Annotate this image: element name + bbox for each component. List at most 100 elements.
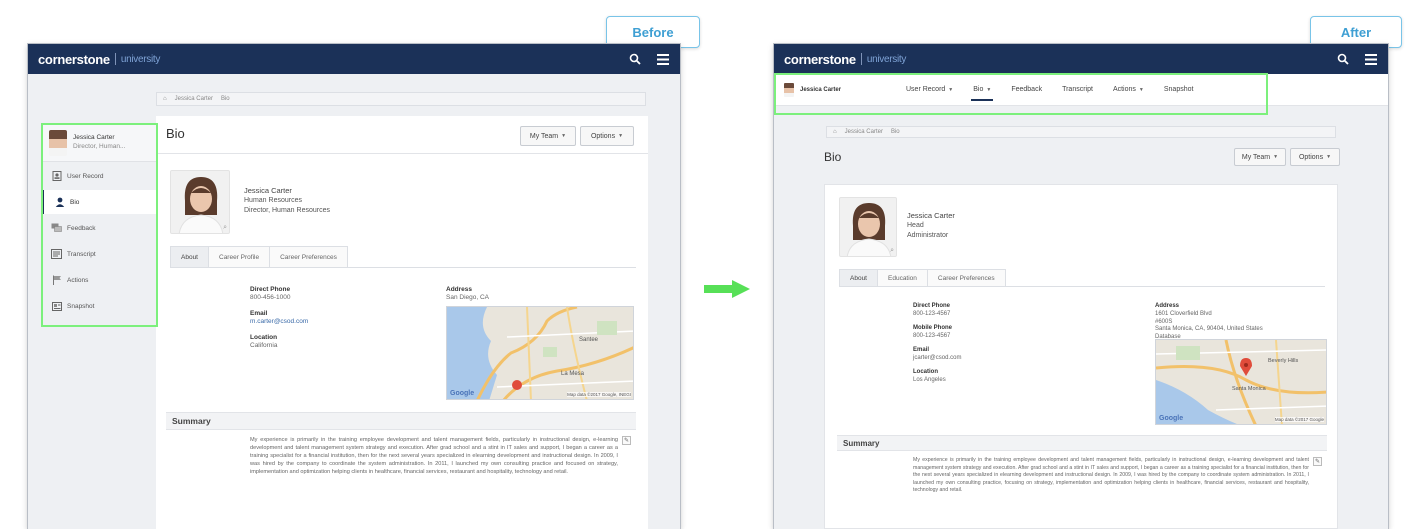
profile-info: Jessica Carter Head Administrator — [907, 211, 955, 240]
my-team-label: My Team — [529, 132, 559, 140]
before-breadcrumb: ⌂ Jessica Carter Bio — [156, 92, 646, 106]
home-icon[interactable]: ⌂ — [833, 129, 837, 135]
address-field: Address San Diego, CA — [446, 286, 489, 303]
mobile-phone-field: Mobile Phone 800-123-4567 — [913, 325, 952, 341]
my-team-button[interactable]: My Team ▼ — [520, 126, 576, 146]
google-logo: Google — [450, 390, 475, 397]
location-field: Location Los Angeles — [913, 369, 946, 385]
search-icon[interactable] — [1336, 52, 1350, 66]
caret-down-icon: ▼ — [561, 133, 567, 139]
summary-text: My experience is primarily in the traini… — [250, 437, 618, 476]
before-topbar-icons — [628, 52, 670, 66]
after-topbar-icons — [1336, 52, 1378, 66]
home-icon[interactable]: ⌂ — [163, 96, 167, 102]
tab-career-preferences[interactable]: Career Preferences — [269, 246, 348, 267]
map-place-la-mesa: La Mesa — [561, 371, 585, 377]
tab-career-profile[interactable]: Career Profile — [208, 246, 271, 267]
location-label: Location — [250, 334, 278, 341]
map-place-santee: Santee — [579, 337, 599, 343]
google-logo: Google — [1159, 415, 1184, 422]
tab-education[interactable]: Education — [877, 269, 928, 286]
map-graphic — [447, 307, 633, 399]
edit-icon[interactable]: ✎ — [622, 436, 631, 445]
profile-photo: ⌕ — [170, 170, 230, 234]
zoom-icon[interactable]: ⌕ — [890, 247, 894, 255]
profile-photo: ⌕ — [839, 197, 897, 257]
map-place-beverly-hills: Beverly Hills — [1268, 358, 1299, 364]
address-map[interactable]: Santee La Mesa Google Map data ©2017 Goo… — [446, 306, 634, 400]
edit-icon[interactable]: ✎ — [1313, 457, 1322, 466]
profile-line2: Administrator — [907, 231, 949, 239]
phone-value: 800-123-4567 — [913, 310, 951, 317]
before-label-text: Before — [632, 24, 674, 40]
profile-name: Jessica Carter — [907, 211, 955, 220]
page-title: Bio — [166, 126, 185, 141]
before-main: Bio My Team ▼ Options ▼ ⌕ Jessica Carter H… — [156, 116, 648, 529]
profile-name: Jessica Carter — [244, 186, 292, 195]
mobile-label: Mobile Phone — [913, 325, 952, 331]
summary-header: Summary — [837, 435, 1327, 451]
after-top-bar: cornerstone university — [774, 44, 1388, 74]
before-screenshot: cornerstone university ⌂ Jessica Carter … — [28, 44, 680, 529]
subnav-highlight — [774, 73, 1268, 115]
profile-info: Jessica Carter Human Resources Director,… — [244, 186, 330, 215]
summary-text: My experience is primarily in the traini… — [913, 457, 1309, 494]
email-field: Email jcarter@csod.com — [913, 347, 961, 363]
map-graphic — [1156, 340, 1326, 424]
options-label: Options — [590, 132, 616, 140]
phone-label: Direct Phone — [250, 286, 291, 293]
after-label-text: After — [1340, 24, 1372, 40]
page-title: Bio — [824, 150, 842, 164]
address-line1: 1601 Cloverfield Blvd — [1155, 310, 1212, 317]
breadcrumb-user[interactable]: Jessica Carter — [175, 96, 213, 102]
summary-title: Summary — [843, 438, 880, 448]
mobile-value: 800-123-4567 — [913, 332, 951, 339]
search-icon[interactable] — [628, 52, 642, 66]
logo-divider — [860, 53, 862, 65]
options-label: Options — [1298, 153, 1324, 161]
after-logo: cornerstone university — [784, 52, 906, 67]
brand-name: cornerstone — [784, 51, 856, 67]
direct-phone-field: Direct Phone 800-456-1000 — [250, 286, 290, 303]
tab-career-preferences[interactable]: Career Preferences — [926, 269, 1006, 286]
caret-down-icon: ▼ — [1273, 154, 1279, 160]
address-line2: #600S — [1155, 318, 1173, 325]
phone-value: 800-456-1000 — [250, 294, 291, 302]
email-field: Email m.carter@csod.com — [250, 310, 308, 327]
tab-about[interactable]: About — [839, 269, 878, 286]
summary-title: Summary — [172, 416, 211, 426]
location-field: Location California — [250, 334, 277, 351]
before-logo: cornerstone university — [38, 52, 160, 67]
zoom-icon[interactable]: ⌕ — [223, 224, 227, 232]
location-value: Los Angeles — [913, 376, 946, 383]
breadcrumb-user[interactable]: Jessica Carter — [845, 129, 883, 135]
brand-sub: university — [120, 53, 161, 65]
summary-header: Summary — [166, 412, 636, 430]
before-top-bar: cornerstone university — [28, 44, 680, 74]
brand-sub: university — [866, 53, 907, 65]
options-button[interactable]: Options ▼ — [580, 126, 634, 146]
tab-about[interactable]: About — [170, 246, 209, 267]
direct-phone-field: Direct Phone 800-123-4567 — [913, 303, 950, 319]
email-value[interactable]: jcarter@csod.com — [913, 355, 961, 363]
breadcrumb-current: Bio — [890, 129, 900, 135]
location-value: California — [250, 342, 278, 350]
address-value: San Diego, CA — [446, 294, 489, 302]
after-screenshot: cornerstone university Jessica Carter Us… — [774, 44, 1388, 529]
hamburger-menu-icon[interactable] — [656, 52, 670, 66]
after-breadcrumb: ⌂ Jessica Carter Bio — [826, 126, 1336, 138]
email-label: Email — [250, 310, 268, 317]
profile-tabs: About Career Profile Career Preferences — [170, 246, 636, 268]
my-team-button[interactable]: My Team ▼ — [1234, 148, 1286, 166]
address-map[interactable]: Beverly Hills Santa Monica Google Map da… — [1155, 339, 1327, 425]
profile-tabs: About Education Career Preferences — [839, 269, 1325, 287]
email-value[interactable]: m.carter@csod.com — [250, 318, 308, 326]
options-button[interactable]: Options ▼ — [1290, 148, 1340, 166]
brand-name: cornerstone — [38, 51, 110, 67]
caret-down-icon: ▼ — [618, 133, 624, 139]
hamburger-menu-icon[interactable] — [1364, 52, 1378, 66]
profile-line1: Human Resources — [244, 197, 302, 205]
bio-card: ⌕ Jessica Carter Head Administrator Abou… — [824, 184, 1338, 529]
header-divider — [156, 153, 648, 154]
sidebar-highlight — [41, 123, 158, 327]
